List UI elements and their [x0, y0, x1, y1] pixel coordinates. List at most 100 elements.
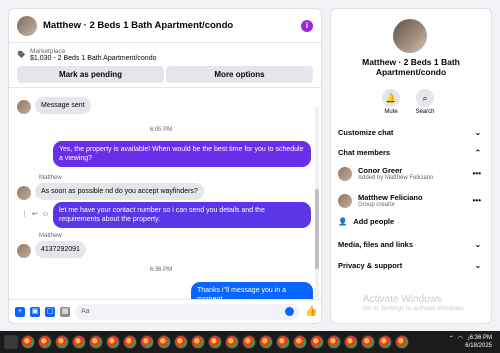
- start-icon[interactable]: [4, 335, 18, 349]
- chat-header: Matthew · 2 Beds 1 Bath Apartment/condo …: [9, 9, 321, 43]
- emoji-icon[interactable]: [285, 307, 294, 316]
- search-button[interactable]: ⌕ Search: [410, 89, 440, 115]
- chrome-icon[interactable]: [310, 335, 324, 349]
- section-label: Customize chat: [338, 128, 394, 137]
- chrome-icon[interactable]: [225, 335, 239, 349]
- avatar[interactable]: [393, 19, 427, 53]
- watermark-line: Activate Windows: [363, 294, 442, 305]
- chrome-icon[interactable]: [242, 335, 256, 349]
- composer: + ▣ ▢ ▦ Aa 👍: [9, 299, 321, 323]
- chrome-icon[interactable]: [361, 335, 375, 349]
- message-input[interactable]: Aa: [75, 303, 300, 320]
- chevron-down-icon: ⌄: [474, 240, 481, 249]
- section-label: Privacy & support: [338, 261, 403, 270]
- add-people-button[interactable]: 👤 Add people: [338, 217, 394, 226]
- chrome-icon[interactable]: [344, 335, 358, 349]
- more-icon[interactable]: •••: [473, 196, 481, 205]
- chrome-icon[interactable]: [38, 335, 52, 349]
- chevron-down-icon: ⌄: [474, 261, 481, 270]
- member-name: Conor Greer: [358, 166, 403, 175]
- member-name: Matthew Feliciano: [358, 193, 423, 202]
- wifi-icon[interactable]: ◠: [458, 335, 463, 342]
- chrome-icon[interactable]: [395, 335, 409, 349]
- chrome-icon[interactable]: [191, 335, 205, 349]
- message-bubble[interactable]: As soon as possible nd do you accept way…: [35, 183, 204, 200]
- thumbs-up-icon[interactable]: 👍: [305, 306, 317, 317]
- chat-title[interactable]: Matthew · 2 Beds 1 Bath Apartment/condo: [43, 20, 301, 31]
- chrome-icon[interactable]: [123, 335, 137, 349]
- marketplace-item[interactable]: $1,030 - 2 Beds 1 Bath Apartment/condo: [30, 55, 156, 62]
- member-row[interactable]: Conor Greer Added by Matthew Feliciano •…: [338, 166, 481, 181]
- chrome-icon[interactable]: [140, 335, 154, 349]
- tag-icon: [17, 50, 26, 59]
- chrome-icon[interactable]: [293, 335, 307, 349]
- message-bubble[interactable]: Message sent: [35, 97, 91, 114]
- watermark-line: Go to Settings to activate Windows.: [363, 305, 466, 312]
- chrome-icon[interactable]: [259, 335, 273, 349]
- chrome-icon[interactable]: [276, 335, 290, 349]
- reply-icon[interactable]: ↩: [32, 210, 38, 218]
- more-options-button[interactable]: More options: [166, 66, 313, 83]
- member-subtitle: Added by Matthew Feliciano: [358, 175, 434, 181]
- mute-button[interactable]: 🔔 Mute: [376, 89, 406, 115]
- mute-label: Mute: [384, 109, 398, 115]
- info-icon[interactable]: i: [301, 19, 313, 32]
- avatar: [17, 186, 31, 200]
- avatar: [17, 100, 31, 114]
- marketplace-banner: Marketplace $1,030 - 2 Beds 1 Bath Apart…: [9, 43, 321, 88]
- more-icon[interactable]: •••: [473, 169, 481, 178]
- sticker-icon[interactable]: ▢: [45, 306, 55, 317]
- message-row: As soon as possible nd do you accept way…: [17, 183, 204, 200]
- section-label: Chat members: [338, 148, 391, 157]
- chrome-icon[interactable]: [157, 335, 171, 349]
- customize-chat-section[interactable]: Customize chat ⌄: [338, 128, 481, 137]
- chrome-icon[interactable]: [55, 335, 69, 349]
- timestamp: 6:05 PM: [149, 127, 173, 133]
- more-icon[interactable]: ⋮: [21, 210, 28, 218]
- image-icon[interactable]: ▣: [30, 306, 40, 317]
- clock[interactable]: 6:36 PM 6/18/2025: [465, 334, 492, 350]
- gif-icon[interactable]: ▦: [60, 306, 70, 317]
- scrollbar-thumb[interactable]: [315, 189, 319, 269]
- section-label: Media, files and links: [338, 240, 414, 249]
- privacy-support-section[interactable]: Privacy & support ⌄: [338, 261, 481, 270]
- add-person-icon: 👤: [338, 217, 348, 226]
- message-row: let me have your contact number so i can…: [53, 202, 311, 228]
- chrome-icon[interactable]: [327, 335, 341, 349]
- message-bubble[interactable]: Yes, the property is available! When wou…: [53, 141, 311, 167]
- chevron-down-icon: ⌄: [474, 128, 481, 137]
- mark-pending-button[interactable]: Mark as pending: [17, 66, 164, 83]
- member-row[interactable]: Matthew Feliciano Group creator •••: [338, 193, 481, 208]
- marketplace-label: Marketplace: [30, 48, 66, 55]
- chrome-icon[interactable]: [89, 335, 103, 349]
- clock-time: 6:36 PM: [469, 335, 492, 341]
- avatar[interactable]: [17, 15, 37, 36]
- chrome-icon[interactable]: [106, 335, 120, 349]
- clock-date: 6/18/2025: [465, 343, 492, 349]
- activate-windows-watermark: Activate Windows Go to Settings to activ…: [363, 294, 466, 312]
- chevron-up-icon: ⌃: [474, 148, 481, 157]
- taskbar: ⌃ ◠ ♪ 6:36 PM 6/18/2025: [0, 331, 500, 353]
- timestamp: 6:36 PM: [149, 267, 173, 273]
- media-files-section[interactable]: Media, files and links ⌄: [338, 240, 481, 249]
- chrome-icon[interactable]: [378, 335, 392, 349]
- avatar: [338, 193, 352, 208]
- search-label: Search: [415, 109, 435, 115]
- chrome-icon[interactable]: [174, 335, 188, 349]
- avatar: [17, 244, 31, 258]
- message-actions: ⋮ ↩ ☺: [21, 210, 49, 219]
- message-bubble[interactable]: let me have your contact number so i can…: [53, 202, 311, 228]
- plus-icon[interactable]: +: [15, 306, 25, 317]
- chevron-up-icon[interactable]: ⌃: [449, 335, 454, 342]
- chat-members-section[interactable]: Chat members ⌃: [338, 148, 481, 157]
- chat-info-panel: Matthew · 2 Beds 1 Bath Apartment/condo …: [330, 8, 492, 324]
- message-input-placeholder: Aa: [81, 307, 90, 315]
- chrome-icon[interactable]: [72, 335, 86, 349]
- chrome-icon[interactable]: [208, 335, 222, 349]
- chrome-icon[interactable]: [21, 335, 35, 349]
- react-icon[interactable]: ☺: [42, 211, 49, 218]
- message-row: Message sent: [17, 97, 91, 114]
- member-subtitle: Group creator: [358, 202, 396, 208]
- avatar: [338, 166, 352, 181]
- message-bubble[interactable]: 4137292091: [35, 241, 86, 258]
